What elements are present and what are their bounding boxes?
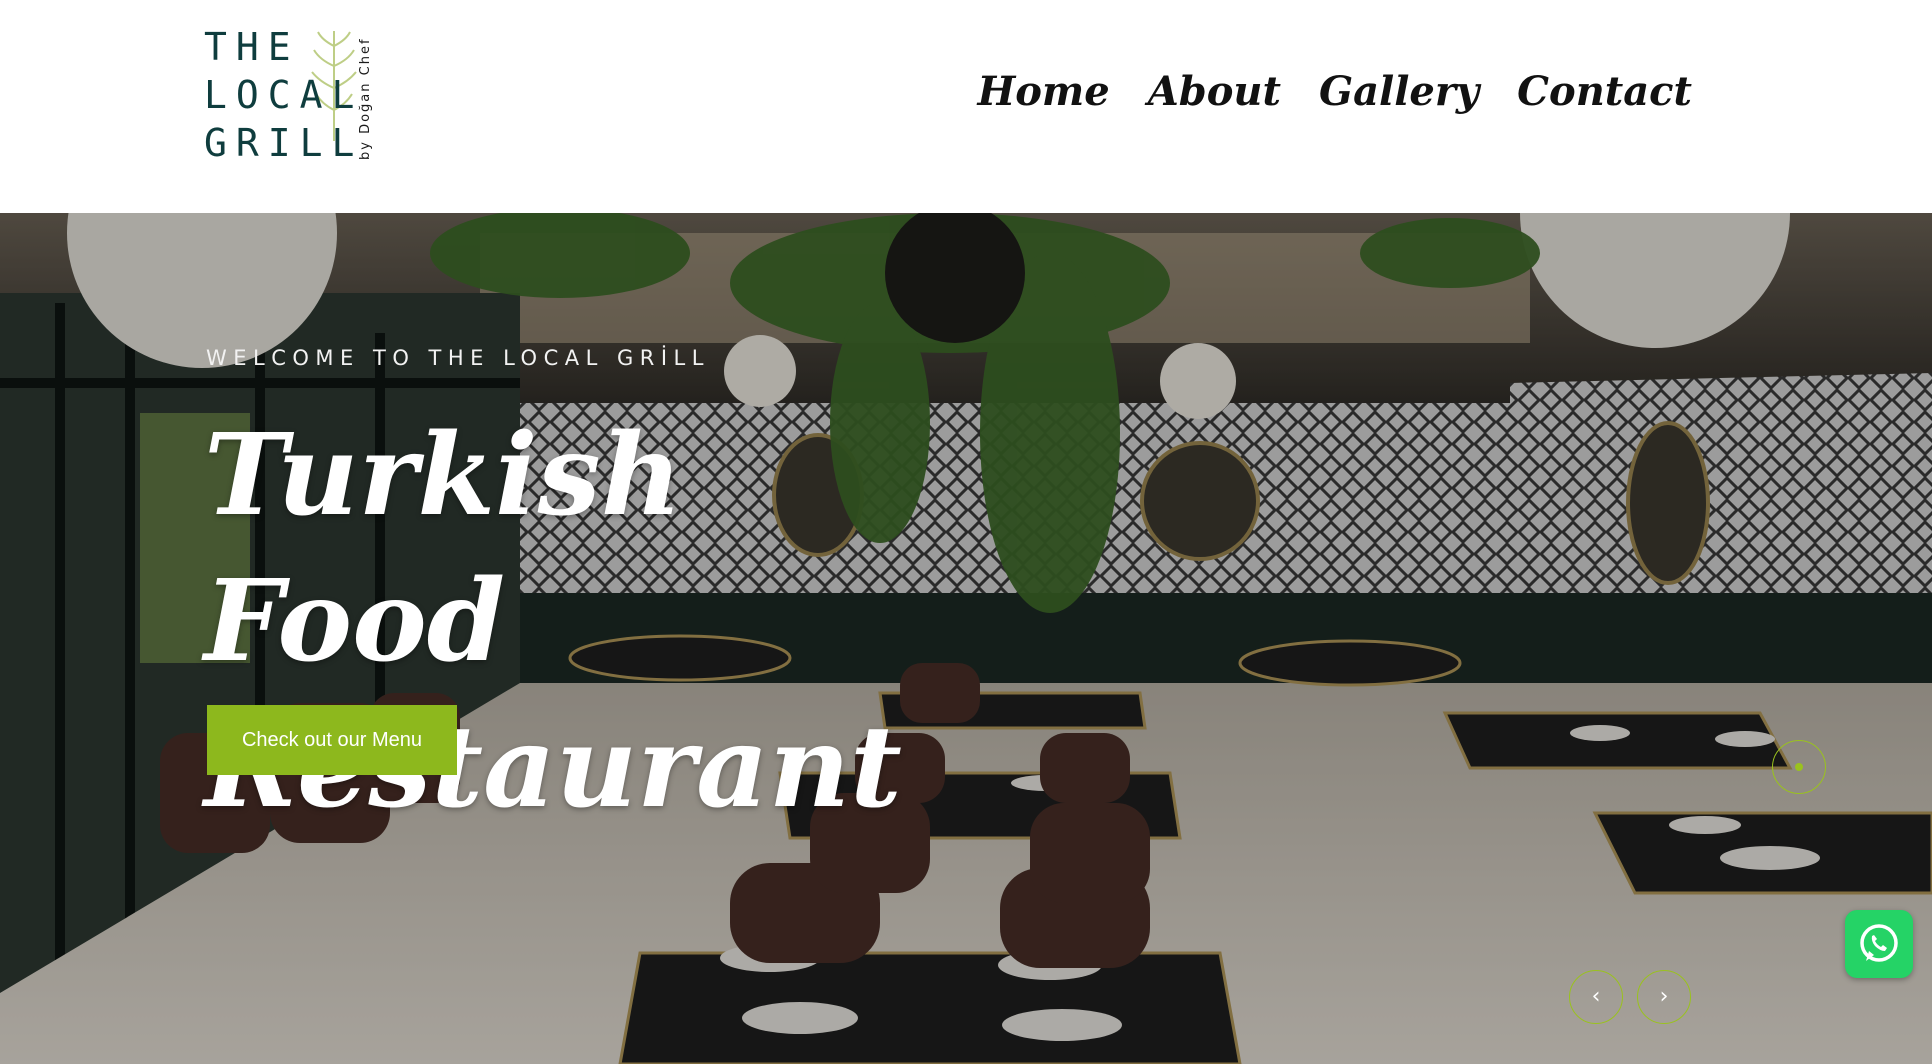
whatsapp-icon — [1860, 924, 1898, 962]
logo-line-the: THE — [204, 25, 300, 69]
nav-about[interactable]: About — [1148, 68, 1281, 115]
slide-indicator-dot[interactable] — [1772, 740, 1826, 794]
main-nav: Home About Gallery Contact — [977, 68, 1692, 115]
menu-cta-button[interactable]: Check out our Menu — [207, 705, 457, 775]
slide-dot — [1795, 763, 1803, 771]
logo-byline: by Doğan Chef — [358, 37, 373, 160]
logo-line-grill: GRILL — [204, 121, 364, 165]
slider-next-button[interactable]: › — [1637, 970, 1691, 1024]
nav-gallery[interactable]: Gallery — [1319, 68, 1479, 115]
site-header: THE LOCAL GRILL by Doğan Chef Home About… — [0, 0, 1932, 213]
site-logo[interactable]: THE LOCAL GRILL — [204, 26, 384, 166]
hero-slider: WELCOME TO THE LOCAL GRİLL Turkish Food … — [0, 213, 1932, 1064]
whatsapp-chat-button[interactable] — [1845, 910, 1913, 978]
logo-line-local: LOCAL — [204, 73, 364, 117]
nav-contact[interactable]: Contact — [1517, 68, 1692, 115]
hero-welcome-text: WELCOME TO THE LOCAL GRİLL — [206, 346, 710, 370]
nav-home[interactable]: Home — [977, 68, 1109, 115]
slider-prev-button[interactable]: ‹ — [1569, 970, 1623, 1024]
chevron-right-icon: › — [1659, 984, 1669, 1009]
hero-headline: Turkish Food Restaurant — [204, 410, 902, 833]
chevron-left-icon: ‹ — [1591, 984, 1601, 1009]
